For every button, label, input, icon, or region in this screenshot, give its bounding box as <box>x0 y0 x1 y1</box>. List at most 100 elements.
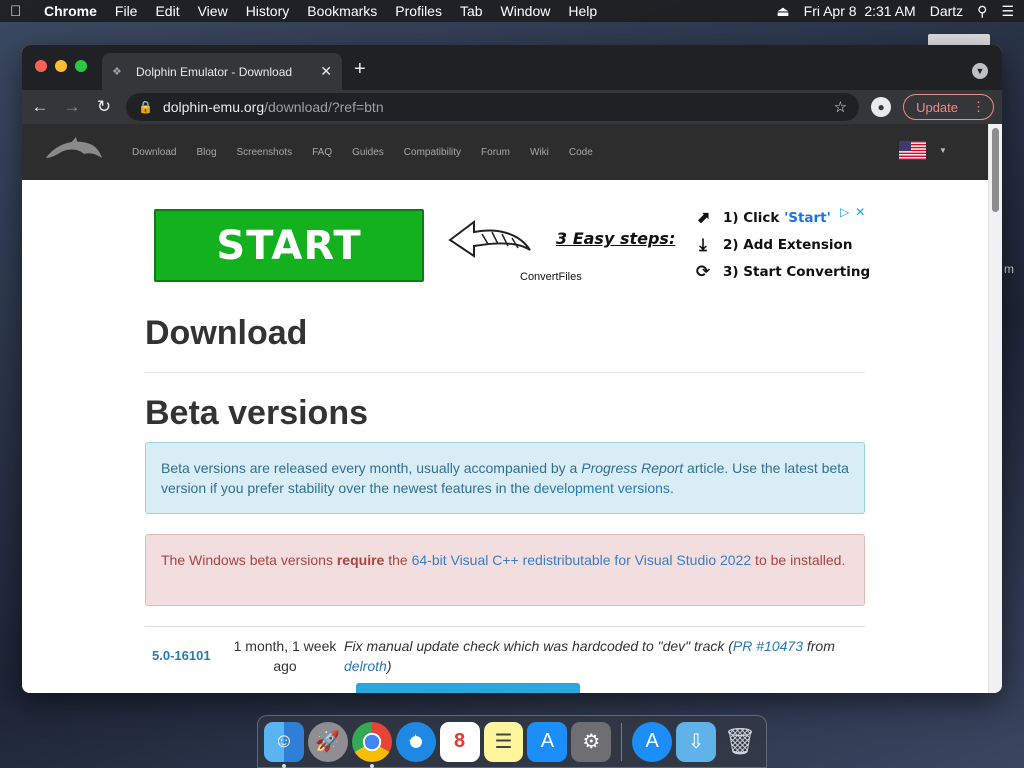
ad-step-2[interactable]: ⤓ 2) Add Extension <box>692 235 852 255</box>
app-store-icon[interactable]: A <box>527 721 568 762</box>
apple-menu-icon[interactable]:  <box>10 3 30 20</box>
calendar-icon[interactable]: 8 <box>439 721 480 762</box>
nav-blog[interactable]: Blog <box>196 147 216 158</box>
release-version-link[interactable]: 5.0-16101 <box>152 648 211 663</box>
menu-edit[interactable]: Edit <box>155 3 179 19</box>
desc-text-3: ) <box>386 658 392 674</box>
ad-step-1[interactable]: ⬈ 1) Click 'Start' <box>692 208 831 228</box>
ad-close-icon[interactable]: ✕ <box>855 205 865 219</box>
chrome-icon[interactable] <box>351 721 392 768</box>
page-viewport: Download Blog Screenshots FAQ Guides Com… <box>22 124 988 693</box>
release-age: 1 month, 1 week ago <box>233 638 337 674</box>
reload-icon[interactable]: ↻ <box>94 97 114 117</box>
menu-bookmarks[interactable]: Bookmarks <box>307 3 377 19</box>
info-progress-report: Progress Report <box>581 460 684 476</box>
menu-help[interactable]: Help <box>568 3 597 19</box>
forward-icon[interactable]: → <box>62 97 82 117</box>
ad-start-button[interactable]: START <box>154 209 424 282</box>
new-tab-button[interactable]: + <box>354 58 366 81</box>
spotlight-icon[interactable]: ⚲ <box>977 3 987 20</box>
info-text-3: . <box>669 480 674 496</box>
ad-caption: ConvertFiles <box>520 271 582 283</box>
kebab-menu-icon[interactable]: ⋮ <box>972 99 985 115</box>
pr-link[interactable]: PR #10473 <box>733 638 803 654</box>
close-tab-icon[interactable]: ✕ <box>320 63 332 80</box>
ad-step-3[interactable]: ⟳ 3) Start Converting <box>692 262 870 282</box>
macos-menubar:  Chrome File Edit View History Bookmark… <box>0 0 1024 22</box>
macos-dock: ☺ 🚀 ✦ 8 ☰ A ⚙ A ⇩ 🗑 <box>257 715 767 768</box>
tab-title: Dolphin Emulator - Download <box>136 64 293 79</box>
section-title-beta: Beta versions <box>145 394 368 432</box>
clock[interactable]: Fri Apr 8 2:31 AM <box>804 3 916 19</box>
desc-text-1: Fix manual update check which was hardco… <box>344 638 733 654</box>
url-host: dolphin-emu.org <box>162 99 265 115</box>
eject-icon[interactable]: ⏏ <box>776 3 789 20</box>
download-icon: ⤓ <box>699 235 707 255</box>
ad-step-1-highlight: 'Start' <box>784 210 831 226</box>
trash-icon[interactable]: 🗑 <box>720 722 760 762</box>
table-top-border <box>145 626 865 627</box>
launchpad-icon[interactable]: 🚀 <box>307 721 348 762</box>
ad-steps-title[interactable]: 3 Easy steps: <box>556 229 675 248</box>
refresh-cycle-icon: ⟳ <box>695 262 711 282</box>
zoom-window-button[interactable] <box>75 60 87 72</box>
menu-tab[interactable]: Tab <box>460 3 483 19</box>
ad-step-1-label: 1) Click <box>723 210 785 226</box>
author-link[interactable]: delroth <box>344 658 387 674</box>
nav-faq[interactable]: FAQ <box>312 147 332 158</box>
address-bar[interactable]: 🔒 dolphin-emu.org/download/?ref=btn ☆ <box>126 93 860 121</box>
ad-choices: ▷ ✕ <box>840 205 865 219</box>
adchoices-icon[interactable]: ▷ <box>840 205 849 219</box>
menu-history[interactable]: History <box>246 3 290 19</box>
page-scrollbar[interactable] <box>988 124 1002 693</box>
vc-redist-link[interactable]: 64-bit Visual C++ redistributable for Vi… <box>412 552 752 568</box>
site-nav-links: Download Blog Screenshots FAQ Guides Com… <box>132 124 593 180</box>
menu-chrome[interactable]: Chrome <box>44 3 97 19</box>
nav-wiki[interactable]: Wiki <box>530 147 549 158</box>
scrollbar-thumb[interactable] <box>992 128 999 212</box>
ad-step-2-label: 2) Add Extension <box>723 237 853 253</box>
menu-profiles[interactable]: Profiles <box>395 3 442 19</box>
warning-require: require <box>336 552 385 568</box>
profile-avatar-icon[interactable]: ● <box>871 97 892 117</box>
info-alert: Beta versions are released every month, … <box>145 442 865 514</box>
system-preferences-icon[interactable]: ⚙ <box>571 721 612 762</box>
tab-strip: ❖ Dolphin Emulator - Download ✕ + ▼ <box>22 45 1002 90</box>
notes-icon[interactable]: ☰ <box>483 721 524 762</box>
nav-guides[interactable]: Guides <box>352 147 384 158</box>
user-name[interactable]: Dartz <box>930 3 963 19</box>
dock-separator <box>621 722 623 761</box>
update-label: Update <box>916 99 958 115</box>
menu-window[interactable]: Window <box>501 3 551 19</box>
safari-icon[interactable]: ✦ <box>395 721 436 762</box>
tab-dolphin-download[interactable]: ❖ Dolphin Emulator - Download ✕ <box>102 53 342 90</box>
app-store-download-icon[interactable]: A <box>632 721 673 762</box>
nav-download[interactable]: Download <box>132 147 176 158</box>
download-button[interactable] <box>356 683 580 693</box>
nav-compatibility[interactable]: Compatibility <box>404 147 461 158</box>
nav-screenshots[interactable]: Screenshots <box>237 147 293 158</box>
menu-file[interactable]: File <box>115 3 138 19</box>
page-title: Download <box>145 314 308 352</box>
close-window-button[interactable] <box>35 60 47 72</box>
nav-forum[interactable]: Forum <box>481 147 510 158</box>
tab-search-icon[interactable]: ▼ <box>972 63 988 79</box>
minimize-window-button[interactable] <box>55 60 67 72</box>
downloads-folder-icon[interactable]: ⇩ <box>676 721 717 762</box>
bookmark-star-icon[interactable]: ☆ <box>834 98 847 116</box>
dolphin-logo-icon[interactable] <box>44 136 104 166</box>
development-versions-link[interactable]: development versions <box>534 480 670 496</box>
lock-icon[interactable]: 🔒 <box>138 100 153 114</box>
menu-view[interactable]: View <box>198 3 228 19</box>
language-caret-icon[interactable]: ▼ <box>939 146 947 155</box>
back-icon[interactable]: ← <box>30 97 50 117</box>
nav-code[interactable]: Code <box>569 147 593 158</box>
desc-text-2: from <box>802 638 835 654</box>
update-button[interactable]: Update ⋮ <box>903 94 994 120</box>
control-center-icon[interactable]: ☰ <box>1001 3 1014 20</box>
ad-arrow-icon <box>448 220 531 258</box>
warning-alert: The Windows beta versions require the 64… <box>145 534 865 606</box>
running-indicator <box>369 763 374 768</box>
us-flag-icon[interactable] <box>899 141 926 160</box>
finder-icon[interactable]: ☺ <box>264 721 304 768</box>
